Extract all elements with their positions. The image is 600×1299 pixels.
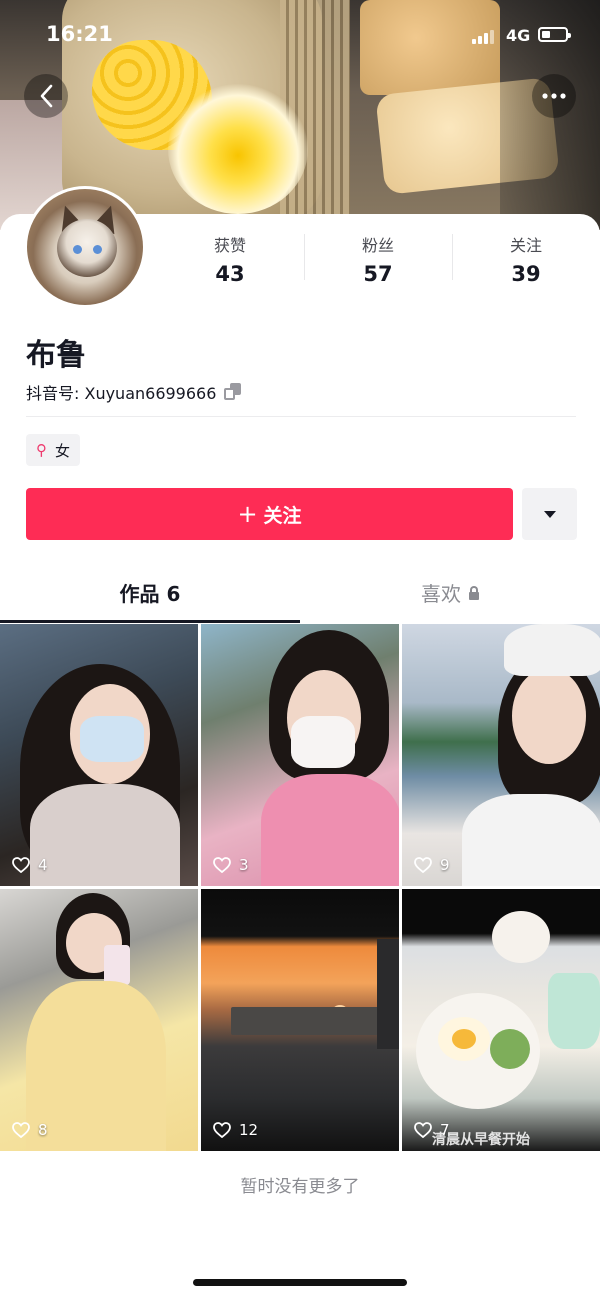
like-count: 9: [414, 856, 450, 874]
gender-tag: ⚲ 女: [26, 434, 81, 466]
heart-icon: [12, 857, 30, 873]
stat-following[interactable]: 关注 39: [452, 232, 600, 288]
network-type: 4G: [506, 26, 531, 45]
like-count: 12: [213, 1121, 258, 1139]
video-thumbnail[interactable]: 4: [0, 624, 198, 886]
heart-icon: [414, 1122, 432, 1138]
video-caption: 清晨从早餐开始: [432, 1132, 530, 1148]
stat-label: 关注: [509, 236, 542, 255]
home-indicator[interactable]: [193, 1279, 407, 1286]
gender-label: 女: [55, 441, 71, 460]
no-more-text: 暂时没有更多了: [240, 1177, 360, 1197]
profile-name: 布鲁: [26, 338, 86, 373]
stat-value: 43: [215, 262, 245, 286]
like-count: 8: [12, 1121, 48, 1139]
status-time: 16:21: [46, 22, 113, 46]
like-count-value: 12: [239, 1121, 259, 1139]
cover-flower: [168, 84, 308, 214]
heart-icon: [213, 1122, 231, 1138]
stat-followers[interactable]: 粉丝 57: [304, 232, 452, 288]
chevron-left-icon: [40, 84, 53, 108]
triangle-down-icon: [543, 510, 556, 518]
follow-button[interactable]: + 关注: [26, 488, 513, 540]
lock-icon: [469, 586, 479, 600]
stat-likes-received[interactable]: 获赞 43: [156, 232, 304, 288]
heart-icon: [213, 857, 231, 873]
heart-icon: [414, 857, 432, 873]
avatar[interactable]: [24, 186, 146, 308]
douyin-id-text: 抖音号: Xuyuan6699666: [26, 384, 217, 403]
like-count-value: 3: [239, 856, 249, 874]
divider: [26, 416, 576, 417]
tab-likes[interactable]: 喜欢: [300, 566, 600, 622]
follow-label: 关注: [263, 504, 302, 527]
stat-label: 获赞: [213, 236, 246, 255]
profile-tabs: 作品 6 喜欢: [0, 566, 600, 623]
like-count: 3: [213, 856, 249, 874]
more-dots-icon: [542, 93, 566, 99]
video-thumbnail[interactable]: 9: [402, 624, 600, 886]
back-button[interactable]: [24, 74, 68, 118]
video-thumbnail[interactable]: 3: [201, 624, 399, 886]
douyin-id: 抖音号: Xuyuan6699666: [26, 380, 242, 404]
stat-value: 39: [511, 262, 541, 286]
like-count-value: 4: [38, 856, 48, 874]
like-count: 4: [12, 856, 48, 874]
video-thumbnail[interactable]: 12: [201, 889, 399, 1151]
recommend-dropdown-button[interactable]: [522, 488, 577, 540]
signal-icon: [472, 30, 494, 44]
video-thumbnail[interactable]: 7 清晨从早餐开始: [402, 889, 600, 1151]
plus-icon: +: [237, 500, 258, 528]
video-thumbnail[interactable]: 8: [0, 889, 198, 1151]
video-grid: 4 3 9 8 12 7 清晨从早餐开始: [0, 624, 600, 1154]
stat-label: 粉丝: [361, 236, 394, 255]
profile-stats: 获赞 43 粉丝 57 关注 39: [156, 232, 600, 288]
tab-label: 喜欢: [421, 582, 461, 606]
like-count-value: 8: [38, 1121, 48, 1139]
copy-icon[interactable]: [224, 383, 242, 401]
more-button[interactable]: [532, 74, 576, 118]
like-count-value: 9: [440, 856, 450, 874]
tab-works[interactable]: 作品 6: [0, 566, 300, 623]
battery-icon: [538, 27, 571, 42]
status-bar: 16:21 4G: [0, 0, 600, 72]
stat-value: 57: [363, 262, 393, 286]
heart-icon: [12, 1122, 30, 1138]
tab-label: 作品 6: [119, 582, 181, 606]
female-icon: ⚲: [36, 441, 47, 459]
